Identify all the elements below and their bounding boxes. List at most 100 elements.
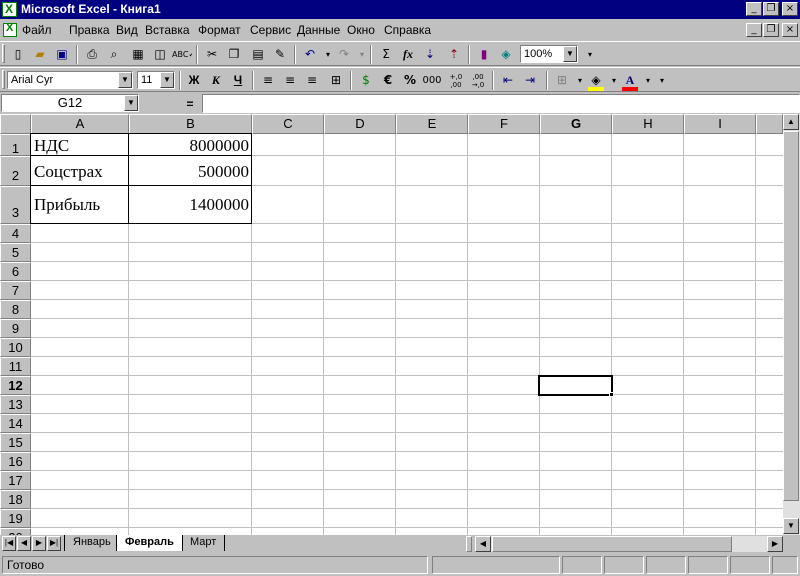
scroll-down-button[interactable]: ▼ [783,518,799,534]
row-header-4[interactable]: 4 [0,224,31,243]
align-center-icon[interactable]: ≡ [280,71,300,90]
decrease-decimal-button[interactable]: ,00 →,0 [468,71,488,90]
horizontal-scrollbar[interactable]: ◀ ▶ [475,536,783,552]
toolbar-grip[interactable] [2,44,5,63]
table-icon[interactable]: ▦ [128,45,148,64]
new-document-icon[interactable]: ▯ [8,45,28,64]
formula-input[interactable] [202,94,800,113]
edit-formula-button[interactable]: = [182,96,198,112]
column-header-i[interactable]: I [684,114,756,134]
row-header-2[interactable]: 2 [0,156,31,186]
row-header-1[interactable]: 1 [0,134,31,156]
column-header-c[interactable]: C [252,114,324,134]
minimize-button[interactable]: _ [746,2,762,16]
chevron-down-icon[interactable]: ▼ [160,72,174,88]
toolbar-options-icon[interactable]: ▾ [652,71,672,90]
workbook-icon[interactable] [3,22,17,37]
euro-button[interactable]: € [378,71,398,90]
copy-icon[interactable]: ❐ [224,45,244,64]
excel-app-icon[interactable] [2,2,17,17]
doc-restore-button[interactable]: ❐ [763,23,779,37]
menu-data[interactable]: Данные [297,23,340,37]
column-header-a[interactable]: A [31,114,129,134]
redo-dropdown-icon[interactable]: ▾ [352,45,372,64]
vertical-scroll-thumb[interactable] [783,131,799,501]
undo-icon[interactable]: ↶ [300,45,320,64]
borders-icon[interactable]: ⊞ [552,71,572,90]
row-header-17[interactable]: 17 [0,471,31,490]
row-header-6[interactable]: 6 [0,262,31,281]
paste-icon[interactable]: ▤ [248,45,268,64]
cell-b2[interactable]: 500000 [129,162,251,184]
row-header-7[interactable]: 7 [0,281,31,300]
autosum-button[interactable]: Σ [376,45,396,64]
cell-a2[interactable]: Соцстрах [31,162,128,184]
chevron-down-icon[interactable]: ▼ [124,95,138,111]
toolbar-grip[interactable] [2,70,5,89]
format-painter-icon[interactable]: ✎ [270,45,290,64]
name-box[interactable]: G12 ▼ [1,94,139,112]
underline-button[interactable]: Ч [228,71,248,90]
scroll-up-button[interactable]: ▲ [783,114,799,130]
horizontal-scroll-thumb[interactable] [492,536,732,552]
menu-help[interactable]: Справка [384,23,431,37]
print-icon[interactable]: ⎙ [82,45,102,64]
menu-format[interactable]: Формат [198,23,241,37]
chevron-down-icon[interactable]: ▼ [563,46,577,62]
cell-b3[interactable]: 1400000 [129,195,251,221]
decrease-indent-icon[interactable]: ⇤ [498,71,518,90]
italic-button[interactable]: К [206,71,226,90]
selected-cell-g12[interactable] [538,375,613,396]
row-header-20[interactable]: 20 [0,528,31,535]
menu-view[interactable]: Вид [116,23,138,37]
menu-tools[interactable]: Сервис [250,23,291,37]
print-preview-icon[interactable]: ⌕ [104,45,124,64]
doc-minimize-button[interactable]: _ [746,23,762,37]
font-select[interactable]: Arial Cyr ▼ [7,71,133,89]
align-right-icon[interactable]: ≡ [302,71,322,90]
menu-edit[interactable]: Правка [69,23,110,37]
menu-file[interactable]: Файл [22,23,52,37]
percent-button[interactable]: % [400,71,420,90]
increase-decimal-button[interactable]: +,0 ,00 [446,71,466,90]
drawing-icon[interactable]: ◈ [496,45,516,64]
currency-icon[interactable]: $ [356,71,376,90]
row-header-11[interactable]: 11 [0,357,31,376]
row-header-5[interactable]: 5 [0,243,31,262]
row-header-8[interactable]: 8 [0,300,31,319]
cell-a1[interactable]: НДС [31,136,128,155]
function-button[interactable]: fx [398,45,418,64]
restore-button[interactable]: ❐ [763,2,779,16]
select-all-corner[interactable] [0,114,31,134]
sort-ascending-icon[interactable]: ⇣ [420,45,440,64]
zoom-select[interactable]: 100% ▼ [520,45,578,63]
column-header-d[interactable]: D [324,114,396,134]
column-header-e[interactable]: E [396,114,468,134]
row-header-15[interactable]: 15 [0,433,31,452]
next-sheet-button[interactable]: ▶ [32,536,46,551]
last-sheet-button[interactable]: ▶| [47,536,61,551]
sort-descending-icon[interactable]: ⇡ [444,45,464,64]
toolbar-options-icon[interactable]: ▾ [580,45,600,64]
sheet-tab-march[interactable]: Март [182,535,226,551]
row-header-12[interactable]: 12 [0,376,31,395]
open-folder-icon[interactable]: ▰ [30,45,50,64]
worksheet-grid[interactable]: A B C D E F G H I 1 2 3 4 5 6 7 8 9 10 1… [0,114,783,535]
row-header-10[interactable]: 10 [0,338,31,357]
column-header-f[interactable]: F [468,114,540,134]
web-layout-icon[interactable]: ◫ [150,45,170,64]
scroll-left-button[interactable]: ◀ [475,536,491,552]
vertical-scrollbar[interactable]: ▲ ▼ [783,114,800,535]
cell-b1[interactable]: 8000000 [129,136,251,155]
fill-handle[interactable] [609,392,614,397]
cell-a3[interactable]: Прибыль [31,195,128,221]
row-header-13[interactable]: 13 [0,395,31,414]
cut-icon[interactable]: ✂ [202,45,222,64]
tab-split-handle[interactable] [466,536,472,552]
bold-button[interactable]: Ж [184,71,204,90]
column-header-b[interactable]: B [129,114,252,134]
redo-icon[interactable]: ↷ [334,45,354,64]
chevron-down-icon[interactable]: ▼ [118,72,132,88]
prev-sheet-button[interactable]: ◀ [17,536,31,551]
row-header-9[interactable]: 9 [0,319,31,338]
